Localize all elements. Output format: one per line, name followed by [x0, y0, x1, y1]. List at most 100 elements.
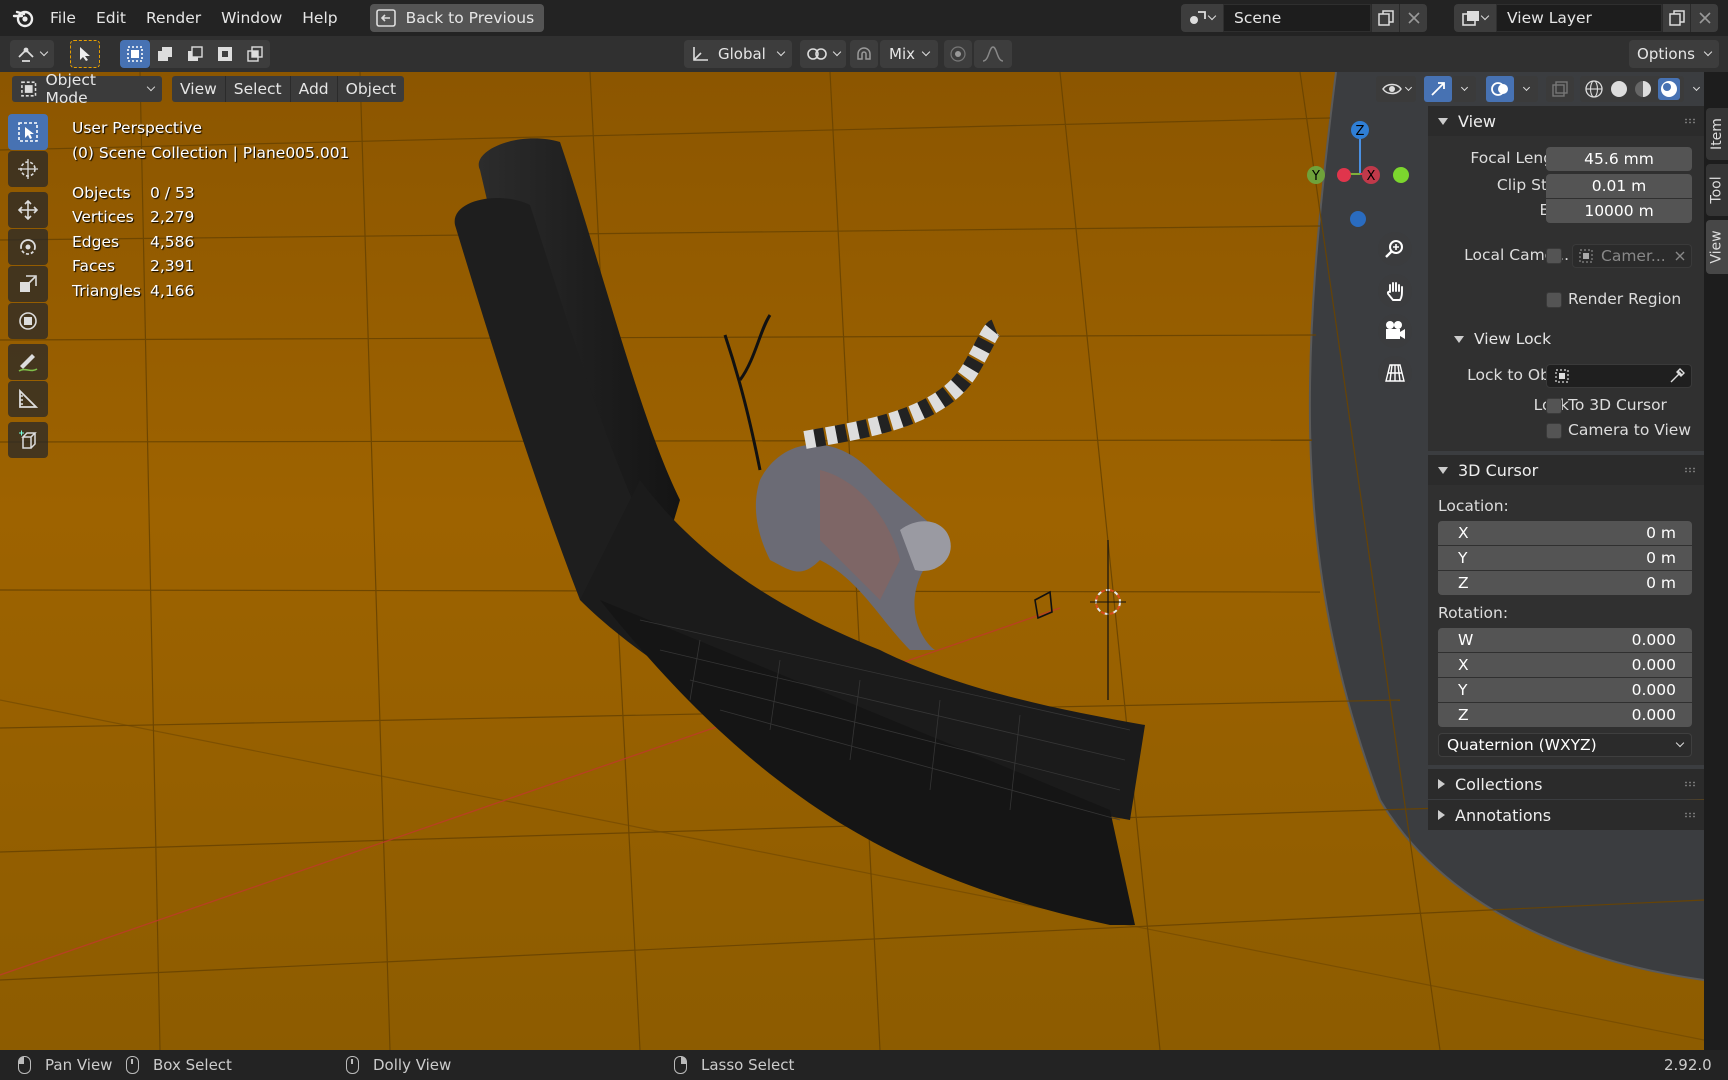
options-dropdown[interactable]: Options [1629, 40, 1719, 68]
gizmo-neg-z-axis[interactable] [1350, 211, 1366, 227]
active-tool-select-button[interactable] [70, 40, 100, 68]
select-mode-invert-button[interactable] [210, 40, 240, 68]
rotate-tool[interactable] [8, 229, 48, 265]
rotation-mode-dropdown[interactable]: Quaternion (WXYZ) [1438, 733, 1692, 757]
proportional-falloff-dropdown[interactable]: Mix [880, 40, 938, 68]
overlays-toggle[interactable] [1486, 76, 1514, 102]
menu-file[interactable]: File [40, 4, 86, 32]
select-mode-subtract-button[interactable] [180, 40, 210, 68]
cursor-location-z-field[interactable]: Z 0 m [1438, 571, 1692, 595]
gizmo-neg-y-axis[interactable] [1393, 167, 1409, 183]
collapse-arrow-icon [1438, 117, 1448, 125]
camera-view-button[interactable] [1378, 314, 1412, 348]
overlays-dropdown[interactable] [1514, 76, 1538, 102]
menu-view[interactable]: View [172, 76, 226, 102]
select-mode-intersect-button[interactable] [240, 40, 270, 68]
menu-help[interactable]: Help [292, 4, 347, 32]
render-region-checkbox[interactable] [1546, 292, 1562, 308]
menu-select[interactable]: Select [225, 76, 291, 102]
move-tool[interactable] [8, 192, 48, 228]
select-mode-extend-button[interactable] [150, 40, 180, 68]
camera-to-view-checkbox[interactable] [1546, 423, 1562, 439]
view-lock-subheader[interactable]: View Lock [1428, 324, 1704, 354]
xray-toggle[interactable] [1546, 76, 1574, 102]
local-camera-field[interactable]: Camer... [1572, 244, 1692, 268]
gizmo-z-label: Z [1356, 124, 1365, 139]
solid-shading-icon[interactable] [1609, 79, 1629, 99]
menu-render[interactable]: Render [136, 4, 211, 32]
lock-to-3d-cursor-checkbox[interactable] [1546, 398, 1562, 414]
3d-cursor-panel-header[interactable]: 3D Cursor [1428, 455, 1704, 485]
cursor-tool[interactable] [8, 151, 48, 187]
chevron-down-icon [1703, 47, 1713, 57]
view-layer-new-button[interactable] [1662, 4, 1690, 32]
material-shading-icon[interactable] [1633, 79, 1653, 99]
view-layer-delete-button[interactable] [1690, 4, 1718, 32]
clip-end-field[interactable]: 10000 m [1546, 199, 1692, 223]
lock-to-object-field[interactable] [1546, 364, 1692, 388]
perspective-toggle-button[interactable] [1378, 356, 1412, 390]
menu-add[interactable]: Add [290, 76, 338, 102]
duplicate-icon [1377, 10, 1394, 26]
eyedropper-icon[interactable] [1669, 368, 1685, 384]
measure-tool[interactable] [8, 381, 48, 417]
annotations-panel-header[interactable]: Annotations [1428, 800, 1704, 830]
mode-selector[interactable]: Object Mode [12, 71, 162, 107]
proportional-editing-toggle[interactable] [944, 40, 972, 68]
cursor-rotation-w-field[interactable]: W 0.000 [1438, 628, 1692, 652]
tab-tool[interactable]: Tool [1706, 164, 1728, 216]
annotate-tool[interactable] [8, 344, 48, 380]
view-panel-header[interactable]: View [1428, 106, 1704, 136]
drag-grip-icon[interactable] [1684, 118, 1696, 124]
cursor-rotation-x-field[interactable]: X 0.000 [1438, 653, 1692, 677]
close-icon[interactable] [1675, 251, 1685, 261]
tab-item[interactable]: Item [1706, 108, 1728, 160]
cursor-location-x-field[interactable]: X 0 m [1438, 521, 1692, 545]
drag-grip-icon[interactable] [1684, 812, 1696, 818]
cursor-rotation-z-field[interactable]: Z 0.000 [1438, 703, 1692, 727]
scale-tool[interactable] [8, 266, 48, 302]
local-camera-checkbox[interactable] [1546, 248, 1562, 264]
pivot-point-dropdown[interactable] [800, 40, 846, 68]
cursor-rotation-y-field[interactable]: Y 0.000 [1438, 678, 1692, 702]
add-cube-tool[interactable] [8, 422, 48, 458]
axis-label: W [1458, 631, 1474, 649]
add-cube-icon [19, 430, 37, 449]
select-mode-new-button[interactable] [120, 40, 150, 68]
scene-name-field[interactable]: Scene [1223, 4, 1371, 32]
editor-type-button[interactable] [10, 40, 54, 68]
back-to-previous-button[interactable]: Back to Previous [369, 4, 545, 32]
menu-edit[interactable]: Edit [86, 4, 136, 32]
zoom-view-button[interactable] [1378, 232, 1412, 266]
shading-dropdown[interactable] [1688, 76, 1704, 102]
focal-length-field[interactable]: 45.6 mm [1546, 147, 1692, 171]
select-box-tool[interactable] [8, 114, 48, 150]
drag-grip-icon[interactable] [1684, 467, 1696, 473]
rendered-shading-icon[interactable] [1657, 78, 1680, 100]
menu-object[interactable]: Object [337, 76, 405, 102]
blender-logo-icon[interactable] [6, 0, 40, 36]
view-layer-name-field[interactable]: View Layer [1496, 4, 1662, 32]
select-invert-icon [218, 47, 232, 61]
transform-orientation-dropdown[interactable]: Global [684, 40, 792, 68]
scene-new-button[interactable] [1371, 4, 1399, 32]
tab-view[interactable]: View [1706, 220, 1728, 274]
gizmo-toggle[interactable] [1424, 76, 1452, 102]
navigation-gizmo[interactable]: Z Y X [1300, 118, 1420, 230]
visibility-dropdown[interactable] [1376, 76, 1416, 102]
gizmo-neg-x-axis[interactable] [1337, 168, 1351, 182]
gizmo-dropdown[interactable] [1452, 76, 1476, 102]
wireframe-shading-icon[interactable] [1584, 79, 1604, 99]
collections-panel-header[interactable]: Collections [1428, 769, 1704, 799]
falloff-curve-button[interactable] [974, 40, 1012, 68]
snap-toggle-button[interactable] [850, 40, 878, 68]
drag-grip-icon[interactable] [1684, 781, 1696, 787]
view-layer-browse-button[interactable] [1454, 4, 1496, 32]
pan-view-button[interactable] [1378, 274, 1412, 308]
scene-delete-button[interactable] [1399, 4, 1427, 32]
scene-browse-button[interactable] [1181, 4, 1223, 32]
cursor-location-y-field[interactable]: Y 0 m [1438, 546, 1692, 570]
menu-window[interactable]: Window [211, 4, 292, 32]
clip-start-field[interactable]: 0.01 m [1546, 174, 1692, 198]
transform-tool[interactable] [8, 303, 48, 339]
